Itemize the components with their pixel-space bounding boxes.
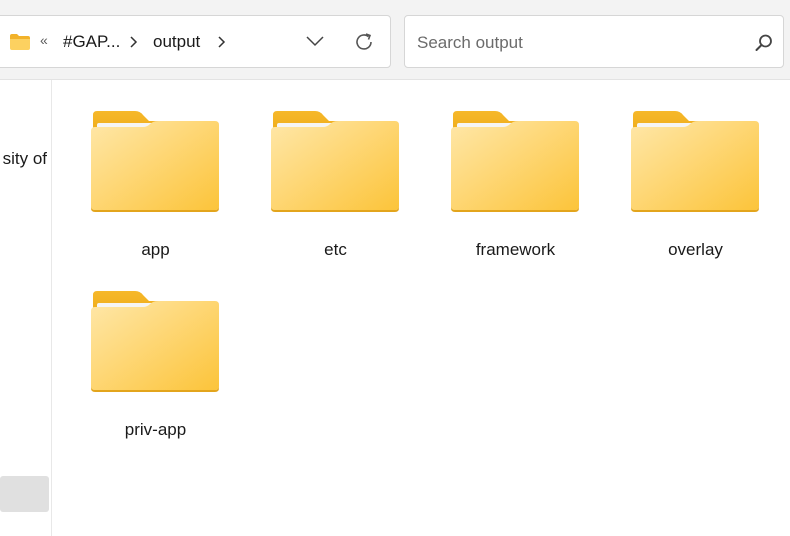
folder-label: overlay [668,240,723,259]
search-icon[interactable] [754,33,774,53]
nav-item-label[interactable]: sity of [3,149,47,169]
breadcrumb-item-output[interactable]: output [153,32,200,52]
folder-icon [91,109,219,212]
folder-label: priv-app [124,420,187,439]
search-box[interactable] [404,15,784,68]
nav-item-selected[interactable] [0,476,49,512]
address-bar[interactable]: « #GAP... output [0,15,391,68]
chevron-right-icon[interactable] [128,35,138,49]
navigation-pane: sity of [0,80,52,536]
folder-item-priv-app[interactable]: priv-app [53,260,203,439]
folder-label: app [141,240,170,259]
file-list: app etc framework overlay priv-app [53,80,790,536]
title-toolbar: « #GAP... output [0,0,790,80]
folder-label: etc [324,240,347,259]
folder-icon [10,34,30,50]
folder-label: framework [475,240,556,259]
breadcrumb-overflow[interactable]: « [40,32,48,48]
refresh-icon[interactable] [352,30,376,54]
chevron-down-icon[interactable] [305,34,325,48]
folder-item-framework[interactable]: framework [413,80,563,259]
folder-item-etc[interactable]: etc [233,80,383,259]
folder-item-app[interactable]: app [53,80,203,259]
breadcrumb-item-gap[interactable]: #GAP... [63,32,120,52]
folder-icon [91,289,219,392]
search-input[interactable] [415,28,739,58]
folder-item-overlay[interactable]: overlay [593,80,743,259]
folder-icon [271,109,399,212]
chevron-right-icon[interactable] [216,35,226,49]
folder-icon [631,109,759,212]
folder-icon [451,109,579,212]
